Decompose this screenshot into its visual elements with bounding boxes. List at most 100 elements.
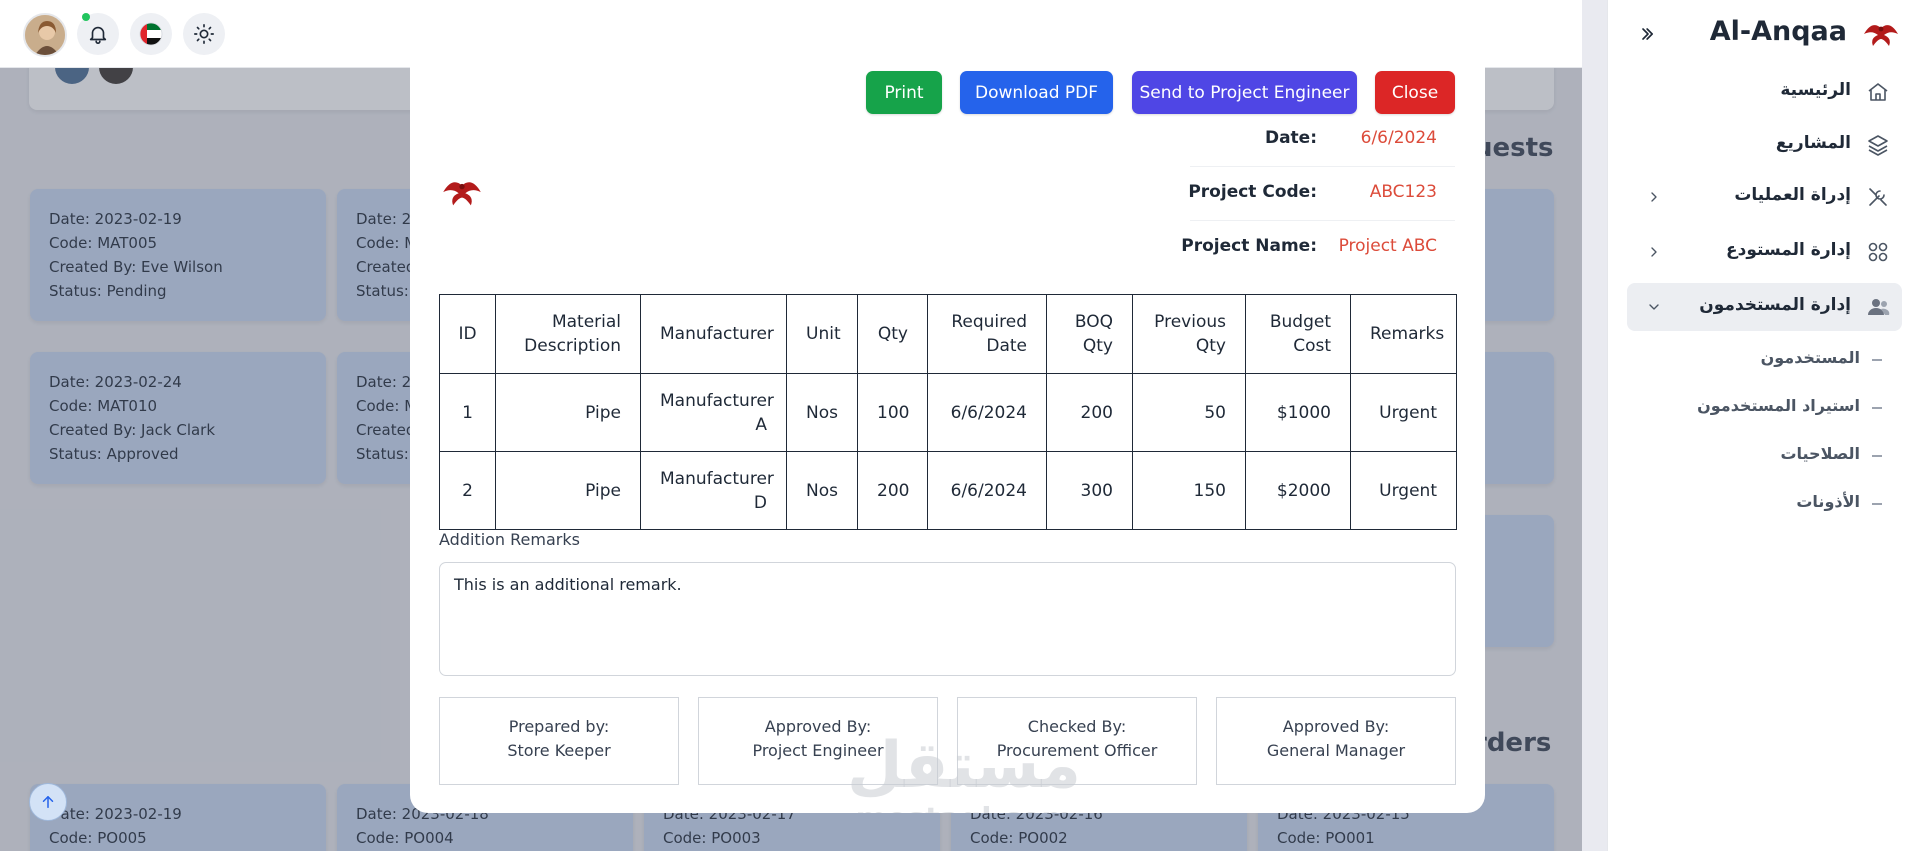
language-button[interactable] — [130, 13, 172, 55]
addition-remarks-textarea[interactable]: This is an additional remark. — [439, 562, 1456, 676]
signature-role: Procurement Officer — [996, 741, 1158, 760]
home-icon — [1866, 80, 1890, 104]
send-to-project-engineer-button[interactable]: Send to Project Engineer — [1132, 71, 1357, 114]
project-code-value: ABC123 — [1369, 182, 1437, 202]
sidebar-item-label: إدارة المستخدمون — [1699, 295, 1851, 315]
table-cell: 100 — [857, 373, 928, 452]
svg-text:mostaql.com: mostaql.com — [855, 802, 1072, 813]
table-row: 2 Pipe Manufacturer D Nos 200 6/6/2024 3… — [439, 451, 1457, 530]
close-button[interactable]: Close — [1375, 71, 1455, 114]
arrow-up-icon — [39, 793, 57, 811]
signature-title: Approved By: — [764, 717, 872, 736]
sidebar-subitem-label: المستخدمون — [1760, 348, 1860, 367]
sidebar-subitem-label: استيراد المستخدمون — [1697, 396, 1860, 415]
project-code-label: Project Code: — [1188, 182, 1317, 202]
table-cell: 2 — [439, 451, 496, 530]
table-cell: Manufacturer D — [640, 451, 787, 530]
double-chevron-icon — [1638, 24, 1658, 44]
materials-table: ID Material Description Manufacturer Uni… — [439, 294, 1457, 530]
project-name-label: Project Name: — [1181, 236, 1317, 256]
date-label: Date: — [1264, 128, 1317, 148]
sidebar-subitem-label: الصلاحيات — [1780, 444, 1860, 463]
table-cell: 6/6/2024 — [927, 373, 1047, 452]
column-header: Manufacturer — [640, 294, 787, 374]
layers-icon — [1866, 133, 1890, 157]
sidebar-item-user-management[interactable]: إدارة المستخدمون — [1627, 283, 1902, 331]
sidebar-collapse-button[interactable] — [1638, 24, 1658, 44]
table-header-row: ID Material Description Manufacturer Uni… — [439, 294, 1457, 374]
signature-approved-by-engineer: Approved By: Project Engineer — [698, 697, 938, 785]
table-cell: 50 — [1132, 373, 1246, 452]
signature-role: General Manager — [1266, 741, 1406, 760]
tools-icon — [1866, 185, 1890, 209]
dash-icon — [1872, 503, 1882, 505]
table-cell: 150 — [1132, 451, 1246, 530]
phoenix-logo-icon — [1862, 18, 1900, 48]
signature-title: Prepared by: — [508, 717, 610, 736]
signature-role: Project Engineer — [752, 741, 884, 760]
table-row: 1 Pipe Manufacturer A Nos 100 6/6/2024 2… — [439, 373, 1457, 452]
sidebar-item-home[interactable]: الرئيسية — [1627, 68, 1902, 116]
table-cell: 200 — [1046, 373, 1133, 452]
phoenix-logo-icon — [441, 174, 483, 208]
addition-remarks-label: Addition Remarks — [439, 530, 580, 549]
column-header: Budget Cost — [1245, 294, 1351, 374]
signature-prepared-by: Prepared by: Store Keeper — [439, 697, 679, 785]
info-row-date: Date: 6/6/2024 — [1190, 113, 1455, 167]
bell-icon — [87, 23, 109, 45]
table-cell: Nos — [786, 451, 858, 530]
signature-role: Store Keeper — [507, 741, 611, 760]
scroll-to-top-button[interactable] — [29, 783, 67, 821]
top-bar — [0, 0, 1582, 68]
column-header: Remarks — [1350, 294, 1457, 374]
print-button[interactable]: Print — [866, 71, 942, 114]
column-header: Unit — [786, 294, 858, 374]
date-value: 6/6/2024 — [1360, 128, 1437, 148]
chevron-right-icon — [1646, 244, 1662, 260]
column-header: Previous Qty — [1132, 294, 1246, 374]
table-cell: 6/6/2024 — [927, 451, 1047, 530]
table-cell: 1 — [439, 373, 496, 452]
sidebar: Al-Anqaa الرئيسية المشاريع إدراة العمليا… — [1607, 0, 1920, 851]
sidebar-item-warehouse[interactable]: إدارة المستودع — [1627, 228, 1902, 276]
sidebar-subitem-import-users[interactable]: استيراد المستخدمون — [1660, 396, 1882, 415]
table-cell: Urgent — [1350, 451, 1457, 530]
user-avatar[interactable] — [23, 13, 67, 57]
brand-name: Al-Anqaa — [1709, 16, 1847, 47]
column-header: Material Description — [495, 294, 641, 374]
sidebar-item-label: المشاريع — [1775, 133, 1851, 153]
sidebar-item-label: الرئيسية — [1780, 80, 1851, 100]
dash-icon — [1872, 455, 1882, 457]
signature-title: Approved By: — [1282, 717, 1390, 736]
table-cell: Pipe — [495, 373, 641, 452]
sun-icon — [193, 23, 215, 45]
notification-dot — [82, 13, 90, 21]
table-cell: $2000 — [1245, 451, 1351, 530]
sidebar-subitem-users[interactable]: المستخدمون — [1660, 348, 1882, 367]
sidebar-item-projects[interactable]: المشاريع — [1627, 121, 1902, 169]
table-cell: Pipe — [495, 451, 641, 530]
info-row-project-name: Project Name: Project ABC — [1181, 221, 1455, 275]
column-header: Required Date — [927, 294, 1047, 374]
sidebar-item-operations[interactable]: إدراة العمليات — [1627, 173, 1902, 221]
theme-toggle-button[interactable] — [183, 13, 225, 55]
table-cell: $1000 — [1245, 373, 1351, 452]
table-cell: 300 — [1046, 451, 1133, 530]
dash-icon — [1872, 359, 1882, 361]
chevron-down-icon — [1646, 299, 1662, 315]
table-cell: Manufacturer A — [640, 373, 787, 452]
signature-title: Checked By: — [1027, 717, 1127, 736]
project-name-value: Project ABC — [1338, 236, 1437, 256]
table-cell: Urgent — [1350, 373, 1457, 452]
sidebar-subitem-permissions[interactable]: الأذونات — [1660, 492, 1882, 511]
grid-icon — [1866, 240, 1890, 264]
sidebar-subitem-roles[interactable]: الصلاحيات — [1660, 444, 1882, 463]
users-icon — [1866, 295, 1890, 319]
signature-checked-by: Checked By: Procurement Officer — [957, 697, 1197, 785]
column-header: ID — [439, 294, 496, 374]
download-pdf-button[interactable]: Download PDF — [960, 71, 1113, 114]
info-row-project-code: Project Code: ABC123 — [1188, 167, 1455, 221]
chevron-right-icon — [1646, 189, 1662, 205]
sidebar-item-label: إدراة العمليات — [1734, 185, 1851, 205]
column-header: Qty — [857, 294, 928, 374]
